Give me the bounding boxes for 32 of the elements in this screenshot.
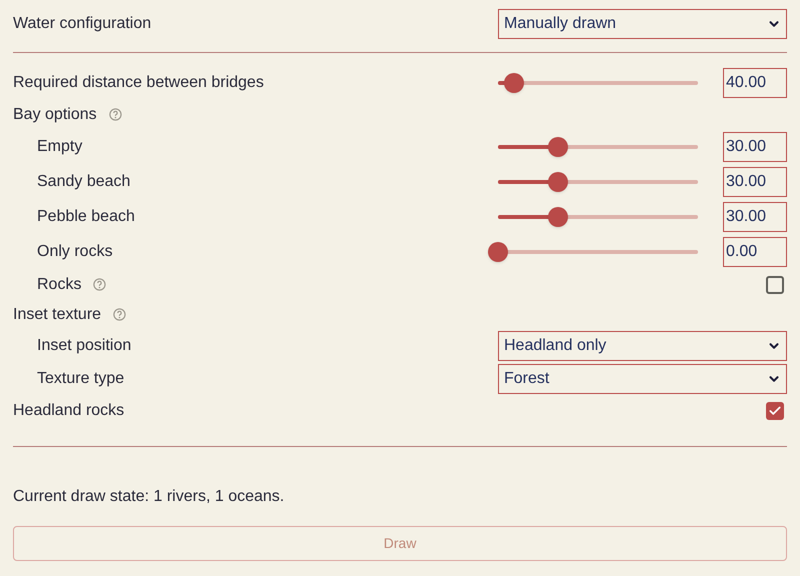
status-text: Current draw state: 1 rivers, 1 oceans. [13,487,286,507]
dropdown[interactable]: Forest [498,364,787,394]
number-field[interactable]: 40.00 [723,68,787,98]
field-label: Inset texture [13,304,102,324]
number-field[interactable]: 0.00 [723,236,787,266]
field-label: Empty [37,136,82,156]
slider-thumb[interactable] [548,172,568,192]
help-icon[interactable] [113,308,126,321]
field-label: Headland rocks [13,400,124,420]
field-label: Pebble beach [37,206,135,226]
slider-thumb[interactable] [504,72,524,92]
slider-thumb[interactable] [548,136,568,156]
slider-thumb[interactable] [488,242,508,262]
checkbox[interactable] [766,276,784,294]
help-icon[interactable] [108,108,122,121]
slider-thumb[interactable] [548,206,568,226]
checkbox[interactable] [766,402,784,420]
dropdown[interactable]: Manually drawn [498,8,787,38]
number-field[interactable]: 30.00 [723,132,787,162]
field-label: Rocks [37,274,82,294]
field-label: Only rocks [37,242,113,262]
check-icon [768,404,782,418]
help-icon[interactable] [93,278,106,291]
field-label: Water configuration [13,14,152,34]
field-label: Bay options [13,104,97,124]
field-label: Inset position [37,336,132,356]
number-field[interactable]: 30.00 [723,166,787,196]
field-label: Required distance between bridges [13,72,264,92]
field-label: Texture type [37,368,124,388]
number-field[interactable]: 30.00 [723,202,787,232]
field-label: Sandy beach [37,172,130,192]
dropdown[interactable]: Headland only [498,330,787,360]
